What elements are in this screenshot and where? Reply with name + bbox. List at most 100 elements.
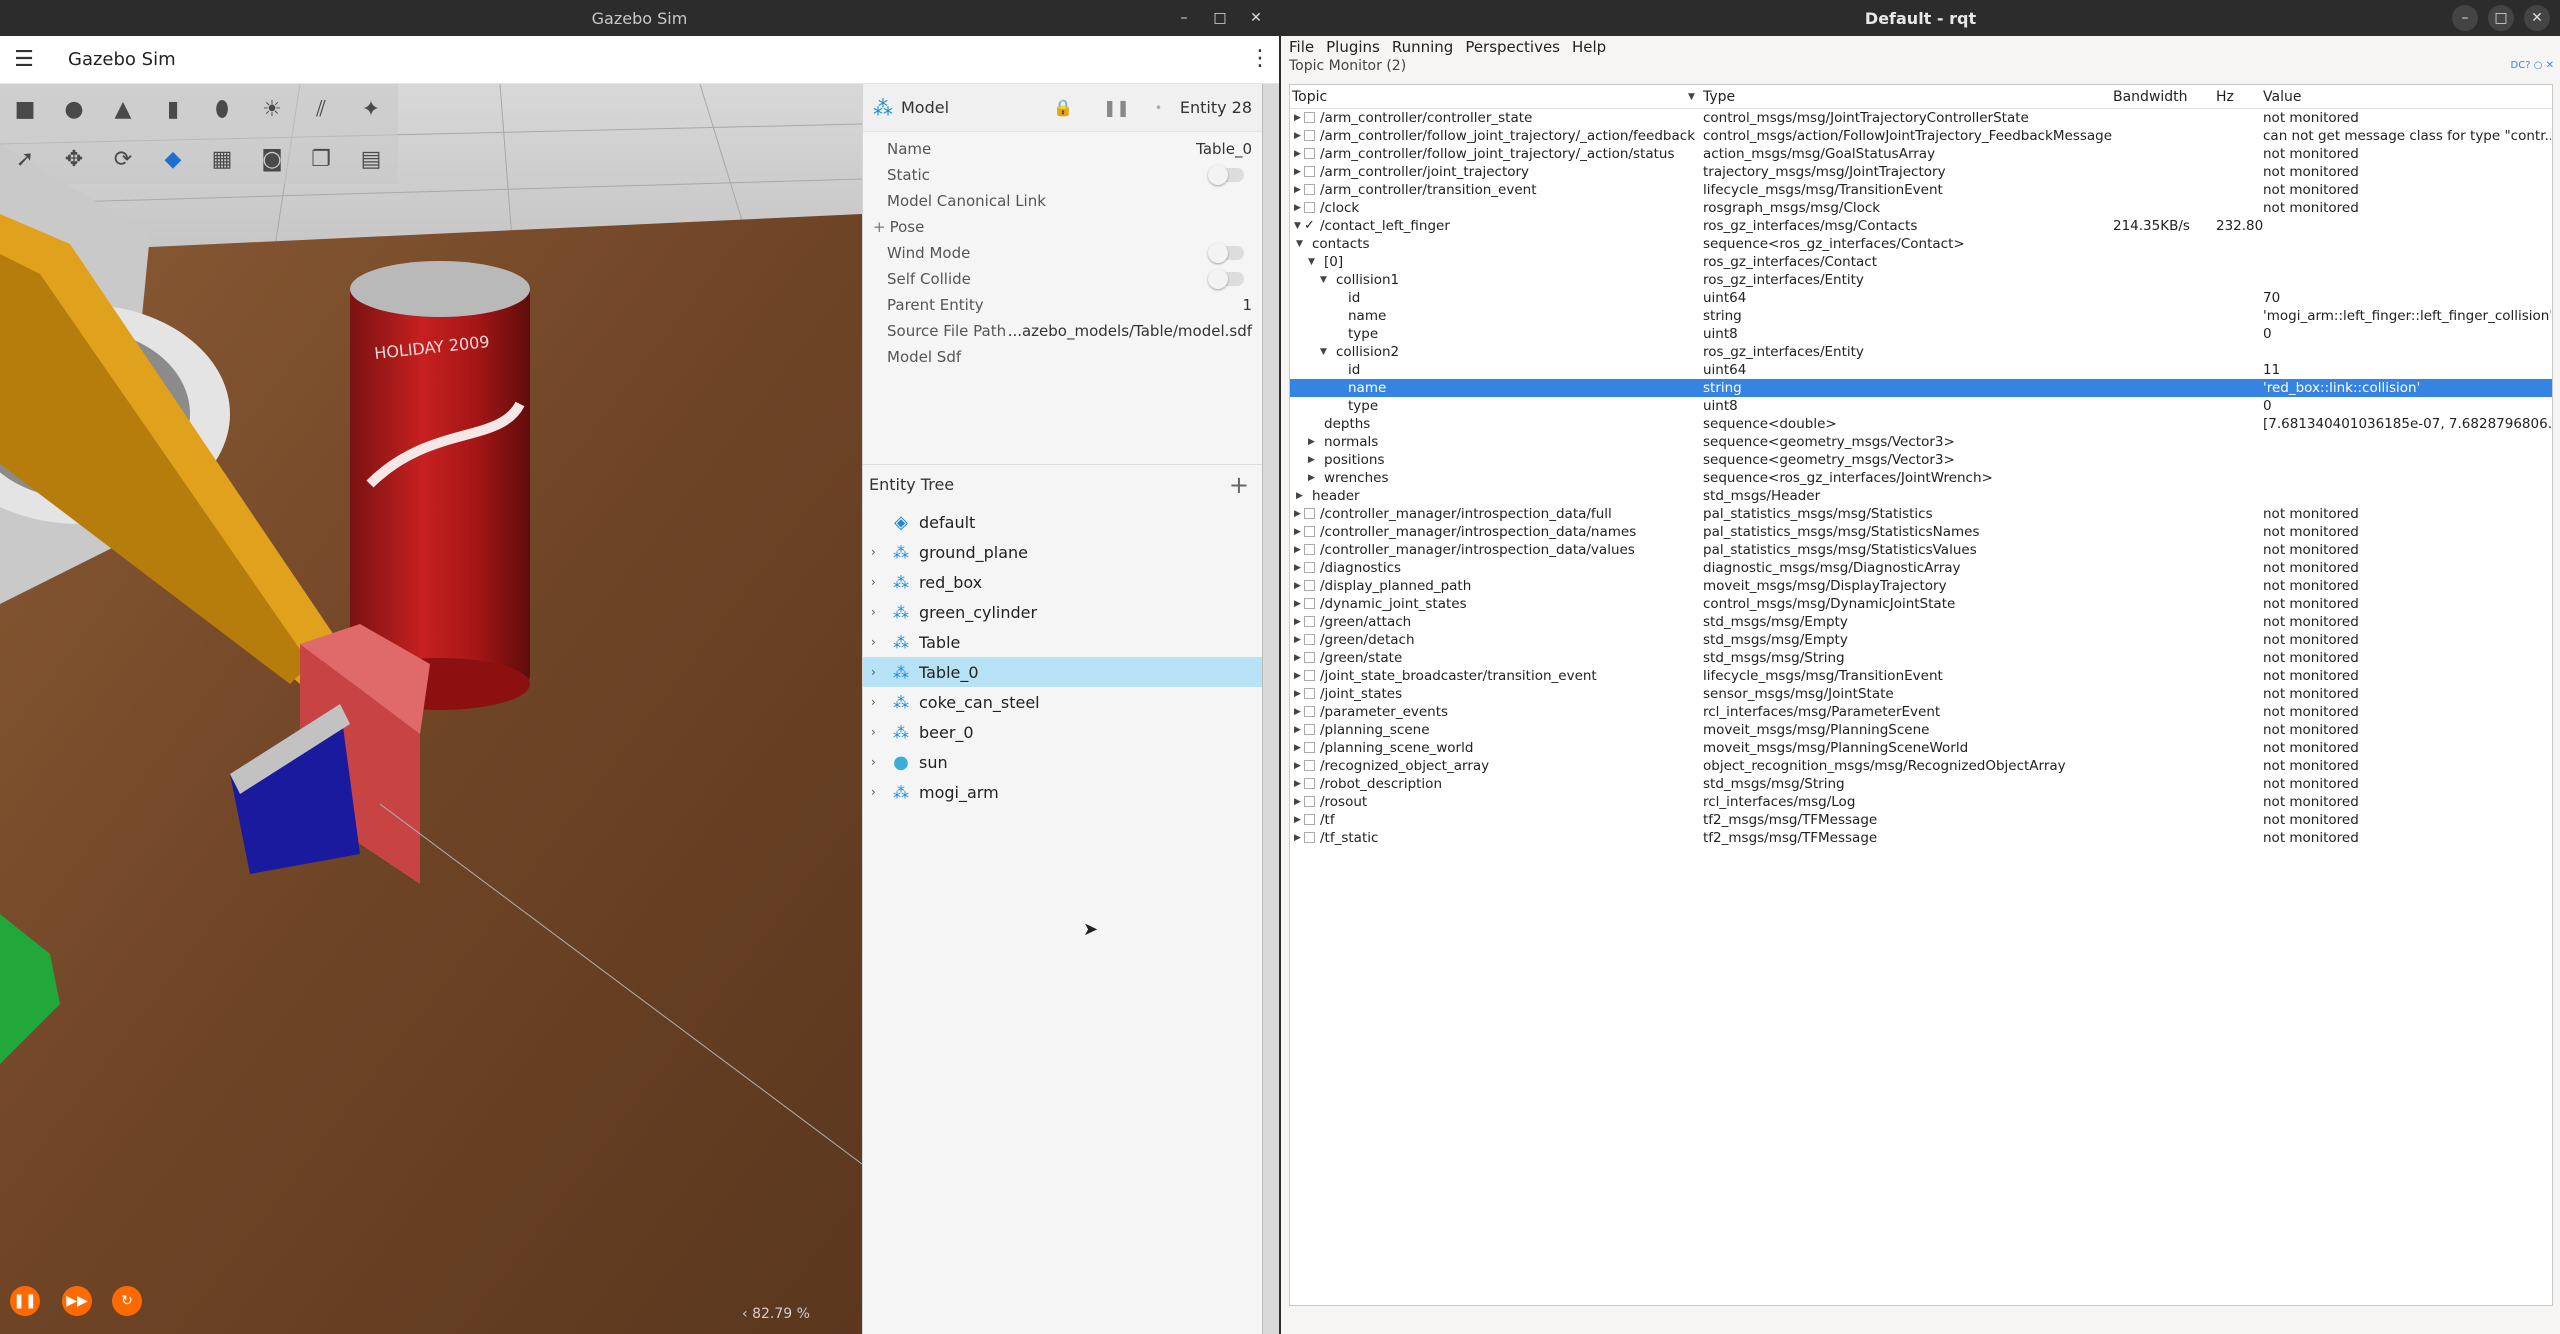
- plugin-window-controls-icon[interactable]: DC? ○ ✕: [2511, 60, 2554, 71]
- close-icon[interactable]: ✕: [1243, 5, 1269, 31]
- table-row[interactable]: ▶ /rosout rcl_interfaces/msg/Log not monito…: [1290, 793, 2552, 811]
- table-row[interactable]: ▶ /arm_controller/transition_event lifecyc…: [1290, 181, 2552, 199]
- tree-item-table[interactable]: › ⁂ Table: [863, 627, 1263, 657]
- monitor-checkbox[interactable]: [1304, 526, 1315, 537]
- tree-item-green-cylinder[interactable]: › ⁂ green_cylinder: [863, 597, 1263, 627]
- table-row[interactable]: ▶ wrenches sequence<ros_gz_interfaces/Join…: [1290, 469, 2552, 487]
- directional-light-icon[interactable]: ⫽: [304, 92, 338, 126]
- table-row[interactable]: ▶ /clock rosgraph_msgs/msg/Clock not monito…: [1290, 199, 2552, 217]
- table-row[interactable]: type uint8 0: [1290, 397, 2552, 415]
- table-row[interactable]: id uint64 70: [1290, 289, 2552, 307]
- table-row[interactable]: ▶ /planning_scene moveit_msgs/msg/Planning…: [1290, 721, 2552, 739]
- static-toggle[interactable]: [1208, 165, 1244, 185]
- chevron-right-icon[interactable]: ▶: [1294, 577, 1301, 595]
- panel-splitter[interactable]: [1262, 84, 1279, 1334]
- chevron-down-icon[interactable]: ▼: [1296, 235, 1303, 253]
- monitor-checkbox[interactable]: ✓: [1304, 217, 1315, 233]
- chevron-right-icon[interactable]: ▶: [1294, 541, 1301, 559]
- monitor-checkbox[interactable]: [1304, 616, 1315, 627]
- chevron-right-icon[interactable]: ›: [871, 695, 885, 709]
- table-row[interactable]: ▶ /planning_scene_world moveit_msgs/msg/Pl…: [1290, 739, 2552, 757]
- table-row[interactable]: ▶ /controller_manager/introspection_data/…: [1290, 505, 2552, 523]
- monitor-checkbox[interactable]: [1304, 112, 1315, 123]
- monitor-checkbox[interactable]: [1304, 832, 1315, 843]
- chevron-right-icon[interactable]: ›: [871, 575, 885, 589]
- chevron-down-icon[interactable]: ▼: [1308, 253, 1315, 271]
- table-row[interactable]: ▶ /robot_description std_msgs/msg/String no…: [1290, 775, 2552, 793]
- monitor-checkbox[interactable]: [1304, 184, 1315, 195]
- 3d-scene-viewport[interactable]: HOLIDAY 2009 ■ ● ▲ ▮ ⬮ ☀ ⫽ ✦ ➚ ✥ ⟳ ◆ ▦ ◙…: [0, 84, 862, 1334]
- table-row[interactable]: ▶ /arm_controller/joint_trajectory traject…: [1290, 163, 2552, 181]
- table-row[interactable]: depths sequence<double> [7.681340401036185…: [1290, 415, 2552, 433]
- minimize-icon[interactable]: –: [2452, 5, 2478, 31]
- table-row[interactable]: ▶ /green/state std_msgs/msg/String not moni…: [1290, 649, 2552, 667]
- col-value[interactable]: Value: [2263, 89, 2301, 105]
- chevron-right-icon[interactable]: ›: [871, 725, 885, 739]
- menu-file[interactable]: File: [1289, 38, 1314, 56]
- monitor-checkbox[interactable]: [1304, 706, 1315, 717]
- box-icon[interactable]: ■: [8, 92, 42, 126]
- table-row[interactable]: ▶ /arm_controller/follow_joint_trajectory…: [1290, 145, 2552, 163]
- table-row[interactable]: ▶ positions sequence<geometry_msgs/Vector3…: [1290, 451, 2552, 469]
- chevron-right-icon[interactable]: ▶: [1296, 487, 1303, 505]
- monitor-checkbox[interactable]: [1304, 670, 1315, 681]
- table-row[interactable]: ▶ /tf tf2_msgs/msg/TFMessage not monitored: [1290, 811, 2552, 829]
- kebab-menu-icon[interactable]: ⋮: [1249, 46, 1271, 71]
- monitor-checkbox[interactable]: [1304, 742, 1315, 753]
- cone-icon[interactable]: ▲: [106, 92, 140, 126]
- rotate-icon[interactable]: ⟳: [106, 142, 140, 176]
- lock-icon[interactable]: 🔒: [1053, 98, 1073, 117]
- monitor-checkbox[interactable]: [1304, 814, 1315, 825]
- grid-icon[interactable]: ▦: [205, 142, 239, 176]
- table-row[interactable]: ▶ /green/detach std_msgs/msg/Empty not moni…: [1290, 631, 2552, 649]
- sun-light-icon[interactable]: ☀: [255, 92, 289, 126]
- sphere-icon[interactable]: ●: [57, 92, 91, 126]
- chevron-down-icon[interactable]: ▼: [1320, 271, 1327, 289]
- monitor-checkbox[interactable]: [1304, 634, 1315, 645]
- tree-item-mogi-arm[interactable]: › ⁂ mogi_arm: [863, 777, 1263, 807]
- add-entity-icon[interactable]: +: [1229, 471, 1249, 499]
- minimize-icon[interactable]: –: [1171, 5, 1197, 31]
- table-row[interactable]: ▶ normals sequence<geometry_msgs/Vector3>: [1290, 433, 2552, 451]
- table-row[interactable]: ▶ /dynamic_joint_states control_msgs/msg/D…: [1290, 595, 2552, 613]
- tree-item-beer-0[interactable]: › ⁂ beer_0: [863, 717, 1263, 747]
- point-icon[interactable]: •: [1155, 101, 1162, 115]
- cylinder-icon[interactable]: ▮: [156, 92, 190, 126]
- table-row[interactable]: ▶ /joint_states sensor_msgs/msg/JointState…: [1290, 685, 2552, 703]
- copy-icon[interactable]: ❐: [304, 142, 338, 176]
- chevron-right-icon[interactable]: ▶: [1294, 613, 1301, 631]
- monitor-checkbox[interactable]: [1304, 202, 1315, 213]
- chevron-right-icon[interactable]: ▶: [1294, 703, 1301, 721]
- table-row[interactable]: name string 'mogi_arm::left_finger::left_f…: [1290, 307, 2552, 325]
- chevron-right-icon[interactable]: ▶: [1294, 199, 1301, 217]
- camera-icon[interactable]: ◙: [255, 142, 289, 176]
- spot-light-icon[interactable]: ✦: [354, 92, 388, 126]
- monitor-checkbox[interactable]: [1304, 724, 1315, 735]
- table-row[interactable]: ▼ contacts sequence<ros_gz_interfaces/Cont…: [1290, 235, 2552, 253]
- self-collide-toggle[interactable]: [1208, 269, 1244, 289]
- paste-icon[interactable]: ▤: [354, 142, 388, 176]
- pause-button[interactable]: ❚❚: [10, 1286, 40, 1316]
- chevron-right-icon[interactable]: ›: [871, 755, 885, 769]
- col-topic[interactable]: Topic: [1292, 89, 1327, 105]
- table-row[interactable]: ▼ ✓ /contact_left_finger ros_gz_interfaces/…: [1290, 217, 2552, 235]
- chevron-right-icon[interactable]: ▶: [1294, 163, 1301, 181]
- monitor-checkbox[interactable]: [1304, 796, 1315, 807]
- select-icon[interactable]: ➚: [8, 142, 42, 176]
- chevron-right-icon[interactable]: ▶: [1294, 523, 1301, 541]
- chevron-right-icon[interactable]: ▶: [1294, 793, 1301, 811]
- chevron-right-icon[interactable]: ▶: [1294, 685, 1301, 703]
- pause-updates-icon[interactable]: ❚❚: [1103, 98, 1130, 117]
- table-row[interactable]: ▶ /controller_manager/introspection_data/…: [1290, 523, 2552, 541]
- table-row[interactable]: type uint8 0: [1290, 325, 2552, 343]
- table-row[interactable]: ▶ /parameter_events rcl_interfaces/msg/Par…: [1290, 703, 2552, 721]
- reset-button[interactable]: ↻: [112, 1286, 142, 1316]
- chevron-right-icon[interactable]: ▶: [1294, 559, 1301, 577]
- table-row[interactable]: ▶ /green/attach std_msgs/msg/Empty not moni…: [1290, 613, 2552, 631]
- chevron-right-icon[interactable]: ›: [871, 545, 885, 559]
- menu-perspectives[interactable]: Perspectives: [1465, 38, 1560, 56]
- chevron-right-icon[interactable]: ▶: [1294, 181, 1301, 199]
- expand-plus-icon[interactable]: +: [873, 218, 886, 236]
- monitor-checkbox[interactable]: [1304, 688, 1315, 699]
- chevron-right-icon[interactable]: ▶: [1294, 127, 1301, 145]
